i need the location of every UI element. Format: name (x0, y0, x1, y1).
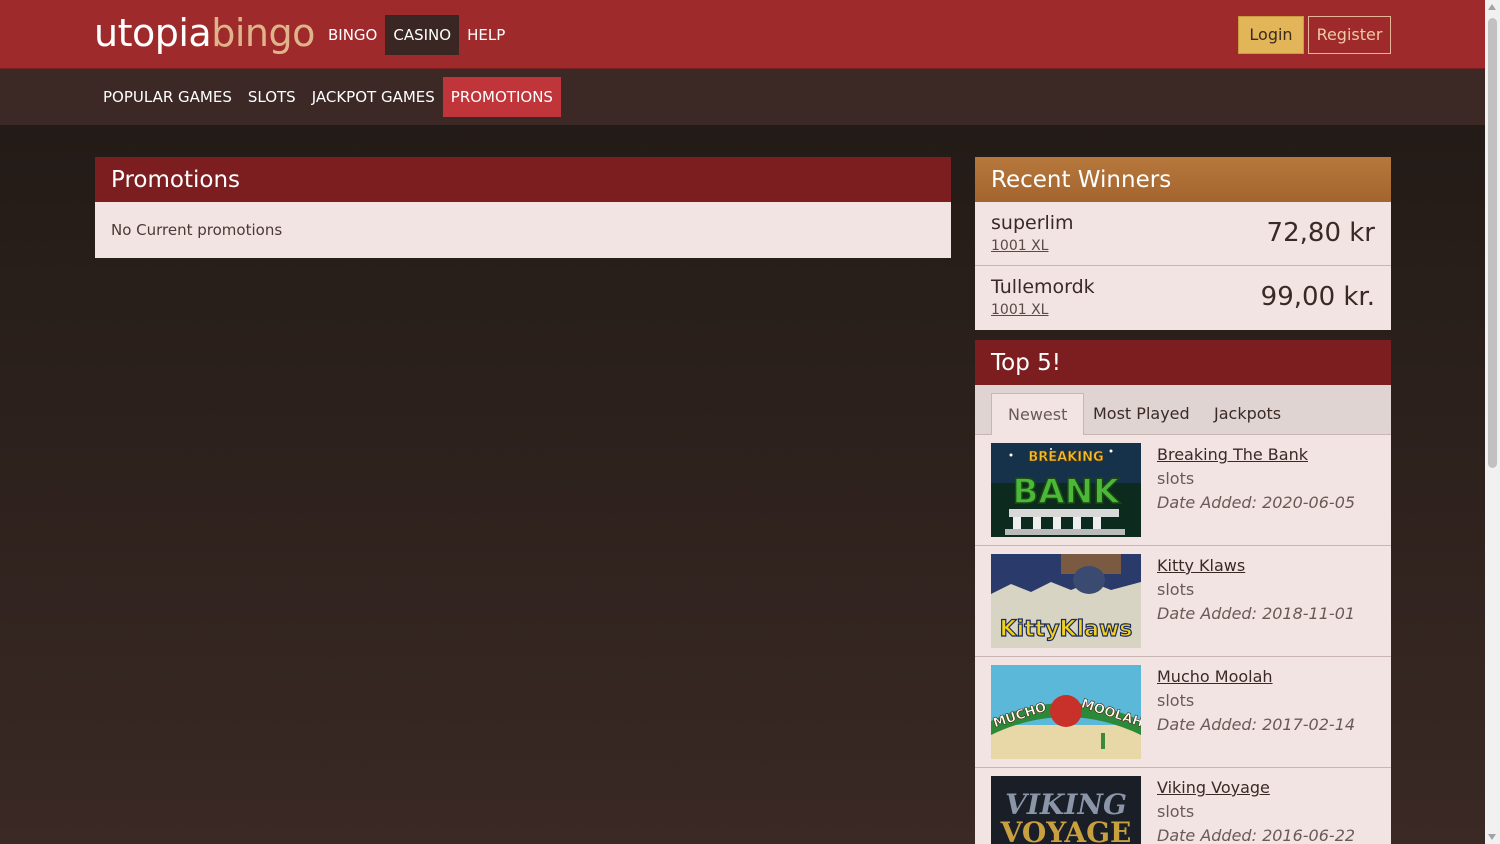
casino-sub-nav: POPULAR GAMES SLOTS JACKPOT GAMES PROMOT… (95, 77, 561, 117)
scrollbar-thumb[interactable] (1488, 18, 1497, 468)
winner-amount: 99,00 kr. (1260, 282, 1375, 312)
svg-text:KittyKlaws: KittyKlaws (1000, 617, 1133, 642)
winner-row: superlim 1001 XL 72,80 kr (975, 202, 1391, 266)
mucho-moolah-thumbnail[interactable]: MUCHO MOOLAH (991, 665, 1141, 759)
game-category: slots (1157, 469, 1195, 488)
recent-winners-title: Recent Winners (975, 157, 1391, 202)
game-list-item: KittyKlaws Kitty Klaws slots Date Added:… (975, 546, 1391, 657)
game-category: slots (1157, 580, 1195, 599)
game-date-added: Date Added: 2017-02-14 (1157, 715, 1356, 734)
main-nav: BINGO CASINO HELP (320, 15, 513, 55)
promotions-title: Promotions (95, 157, 951, 202)
scroll-up-arrow-icon[interactable] (1488, 4, 1496, 10)
game-category: slots (1157, 802, 1195, 821)
kitty-klaws-thumbnail[interactable]: KittyKlaws (991, 554, 1141, 648)
promotions-empty-message: No Current promotions (95, 202, 951, 258)
winner-game-link[interactable]: 1001 XL (991, 238, 1048, 254)
winner-name: superlim (991, 212, 1074, 234)
logo-text-primary: utopia (94, 11, 212, 55)
promotions-panel: Promotions No Current promotions (95, 157, 951, 258)
sub-nav-promotions[interactable]: PROMOTIONS (442, 77, 561, 117)
page-scrollbar[interactable] (1485, 0, 1500, 844)
top-header: utopiabingo BINGO CASINO HELP Login Regi… (0, 0, 1485, 69)
svg-text:BANK: BANK (1012, 472, 1121, 512)
game-list-item: BREAKING BANK Breaking The Bank slots Da… (975, 435, 1391, 546)
main-nav-bingo[interactable]: BINGO (320, 15, 385, 55)
sub-nav-jackpot-games[interactable]: JACKPOT GAMES (304, 77, 443, 117)
login-button[interactable]: Login (1238, 16, 1304, 54)
game-title-link[interactable]: Kitty Klaws (1157, 556, 1245, 575)
game-title-link[interactable]: Mucho Moolah (1157, 667, 1273, 686)
game-category: slots (1157, 691, 1195, 710)
main-nav-help[interactable]: HELP (459, 15, 513, 55)
breaking-the-bank-thumbnail[interactable]: BREAKING BANK (991, 443, 1141, 537)
tab-newest[interactable]: Newest (991, 393, 1085, 436)
game-list-item: MUCHO MOOLAH Mucho Moolah slots Date Add… (975, 657, 1391, 768)
game-title-link[interactable]: Viking Voyage (1157, 778, 1270, 797)
thumb-text: BREAKING (1028, 450, 1103, 465)
svg-text:VOYAGE: VOYAGE (1000, 816, 1132, 844)
game-list-item: VIKING VOYAGE Viking Voyage slots Date A… (975, 768, 1391, 844)
top5-title: Top 5! (975, 340, 1391, 385)
winner-game-link[interactable]: 1001 XL (991, 302, 1048, 318)
top5-panel: Top 5! Newest Most Played Jackpots BREAK… (975, 340, 1391, 844)
game-date-added: Date Added: 2018-11-01 (1157, 604, 1356, 623)
game-title-link[interactable]: Breaking The Bank (1157, 445, 1308, 464)
logo-text-secondary: bingo (211, 11, 315, 55)
winner-name: Tullemordk (991, 276, 1095, 298)
recent-winners-panel: Recent Winners superlim 1001 XL 72,80 kr… (975, 157, 1391, 330)
top5-tabs: Newest Most Played Jackpots (975, 385, 1391, 436)
sub-header: POPULAR GAMES SLOTS JACKPOT GAMES PROMOT… (0, 69, 1485, 125)
tab-jackpots[interactable]: Jackpots (1198, 393, 1297, 435)
winner-row: Tullemordk 1001 XL 99,00 kr. (975, 266, 1391, 330)
sub-nav-popular-games[interactable]: POPULAR GAMES (95, 77, 240, 117)
viking-voyage-thumbnail[interactable]: VIKING VOYAGE (991, 776, 1141, 844)
register-button[interactable]: Register (1308, 16, 1391, 54)
tab-most-played[interactable]: Most Played (1077, 393, 1206, 435)
game-date-added: Date Added: 2016-06-22 (1157, 826, 1356, 844)
sub-nav-slots[interactable]: SLOTS (240, 77, 304, 117)
main-nav-casino[interactable]: CASINO (385, 15, 460, 55)
scroll-down-arrow-icon[interactable] (1488, 834, 1496, 840)
site-logo[interactable]: utopiabingo (94, 8, 315, 58)
game-date-added: Date Added: 2020-06-05 (1157, 493, 1356, 512)
winner-amount: 72,80 kr (1266, 218, 1375, 248)
